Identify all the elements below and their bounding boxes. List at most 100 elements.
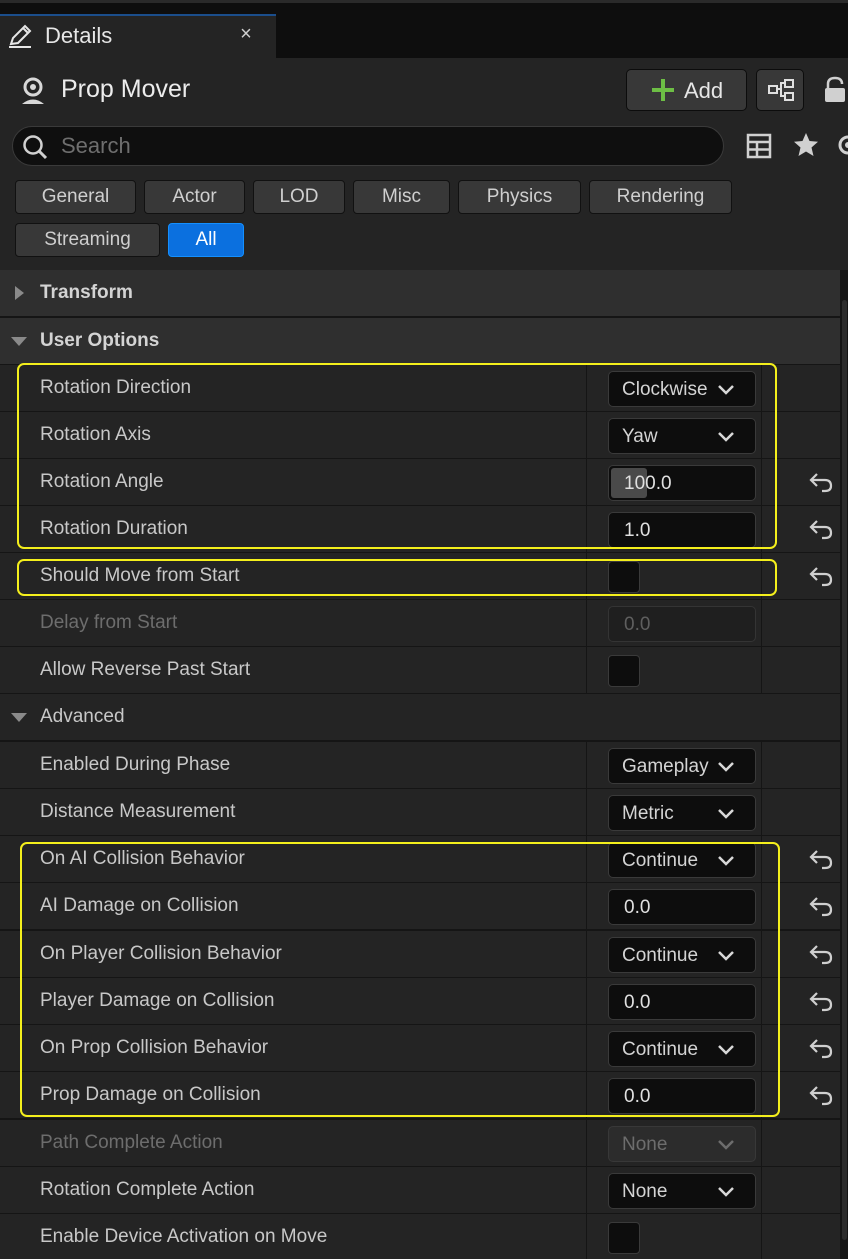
filter-physics[interactable]: Physics xyxy=(458,180,581,214)
on-prop-collision-behavior-dropdown[interactable]: Continue xyxy=(608,1031,756,1067)
property-row-path-complete-action: Path Complete Action None xyxy=(0,1120,840,1166)
details-tab[interactable]: Details × xyxy=(0,14,276,58)
rotation-complete-action-dropdown[interactable]: None xyxy=(608,1173,756,1209)
category-user-options[interactable]: User Options xyxy=(0,318,840,364)
star-icon[interactable] xyxy=(792,131,820,159)
filter-all[interactable]: All xyxy=(168,223,244,257)
reset-to-default-icon[interactable] xyxy=(808,943,834,965)
ai-damage-on-collision-input[interactable]: 0.0 xyxy=(608,889,756,925)
property-list: Transform User Options Rotation Directio… xyxy=(0,270,848,1259)
add-button-label: Add xyxy=(684,78,724,103)
blueprint-button[interactable] xyxy=(756,69,804,111)
property-label: Enable Device Activation on Move xyxy=(40,1226,328,1247)
expanded-arrow-icon[interactable] xyxy=(10,708,28,726)
subcategory-advanced[interactable]: Advanced xyxy=(0,694,840,740)
reset-to-default-icon[interactable] xyxy=(808,990,834,1012)
property-row-should-move-from-start: Should Move from Start xyxy=(0,553,840,599)
input-value: 1.0 xyxy=(624,520,651,541)
property-row-rotation-direction: Rotation Direction Clockwise xyxy=(0,365,840,411)
search-icon xyxy=(23,135,48,160)
column-divider xyxy=(586,412,587,458)
column-divider xyxy=(761,1167,762,1213)
filter-misc[interactable]: Misc xyxy=(353,180,450,214)
filter-rendering[interactable]: Rendering xyxy=(589,180,732,214)
filter-actor[interactable]: Actor xyxy=(144,180,245,214)
chevron-down-icon xyxy=(718,856,734,866)
property-label: Path Complete Action xyxy=(40,1132,223,1153)
search-box[interactable] xyxy=(12,126,724,166)
scrollbar-thumb[interactable] xyxy=(842,300,847,1240)
property-row-delay-from-start: Delay from Start 0.0 xyxy=(0,600,840,646)
property-label: On Player Collision Behavior xyxy=(40,943,282,964)
dropdown-value: Continue xyxy=(622,945,699,966)
reset-to-default-icon[interactable] xyxy=(808,848,834,870)
details-header: Prop Mover Add Gener xyxy=(0,58,848,270)
property-label: Delay from Start xyxy=(40,612,178,633)
collapsed-arrow-icon[interactable] xyxy=(10,284,28,302)
chevron-down-icon xyxy=(718,385,734,395)
reset-to-default-icon[interactable] xyxy=(808,518,834,540)
property-label: Rotation Duration xyxy=(40,518,188,539)
prop-damage-on-collision-input[interactable]: 0.0 xyxy=(608,1078,756,1114)
column-divider xyxy=(761,553,762,599)
category-label: Transform xyxy=(40,282,133,303)
reset-to-default-icon[interactable] xyxy=(808,471,834,493)
on-ai-collision-behavior-dropdown[interactable]: Continue xyxy=(608,842,756,878)
rotation-axis-dropdown[interactable]: Yaw xyxy=(608,418,756,454)
rotation-direction-dropdown[interactable]: Clockwise xyxy=(608,371,756,407)
property-row-on-prop-collision-behavior: On Prop Collision Behavior Continue xyxy=(0,1025,840,1071)
column-divider xyxy=(761,647,762,693)
column-divider xyxy=(586,1025,587,1071)
column-divider xyxy=(586,553,587,599)
property-row-distance-measurement: Distance Measurement Metric xyxy=(0,789,840,835)
column-divider xyxy=(586,647,587,693)
on-player-collision-behavior-dropdown[interactable]: Continue xyxy=(608,937,756,973)
player-damage-on-collision-input[interactable]: 0.0 xyxy=(608,984,756,1020)
category-transform[interactable]: Transform xyxy=(0,270,840,316)
rotation-angle-input[interactable]: 100.0 xyxy=(608,465,756,501)
property-label: Rotation Direction xyxy=(40,377,192,398)
dropdown-value: Gameplay xyxy=(622,756,709,777)
dropdown-value: None xyxy=(622,1134,668,1155)
filter-lod[interactable]: LOD xyxy=(253,180,345,214)
rotation-duration-input[interactable]: 1.0 xyxy=(608,512,756,548)
property-row-rotation-complete-action: Rotation Complete Action None xyxy=(0,1167,840,1213)
column-divider xyxy=(761,600,762,646)
reset-to-default-icon[interactable] xyxy=(808,1037,834,1059)
column-divider xyxy=(761,506,762,552)
allow-reverse-past-start-checkbox[interactable] xyxy=(608,655,640,687)
dropdown-value: Continue xyxy=(622,850,699,871)
column-divider xyxy=(761,883,762,929)
dropdown-value: Metric xyxy=(622,803,674,824)
reset-to-default-icon[interactable] xyxy=(808,895,834,917)
property-label: Player Damage on Collision xyxy=(40,990,275,1011)
property-row-allow-reverse-past-start: Allow Reverse Past Start xyxy=(0,647,840,693)
hierarchy-icon xyxy=(768,79,794,101)
search-input[interactable] xyxy=(61,130,701,162)
property-label: Prop Damage on Collision xyxy=(40,1084,261,1105)
chevron-down-icon xyxy=(718,1187,734,1197)
tab-title: Details xyxy=(45,23,113,48)
column-divider xyxy=(761,1214,762,1259)
column-divider xyxy=(586,365,587,411)
filter-streaming[interactable]: Streaming xyxy=(15,223,160,257)
dropdown-value: None xyxy=(622,1181,668,1202)
distance-measurement-dropdown[interactable]: Metric xyxy=(608,795,756,831)
column-divider xyxy=(761,978,762,1024)
property-label: Rotation Axis xyxy=(40,424,151,445)
should-move-from-start-checkbox[interactable] xyxy=(608,561,640,593)
reset-to-default-icon[interactable] xyxy=(808,1084,834,1106)
gear-icon[interactable] xyxy=(834,131,848,159)
table-view-icon[interactable] xyxy=(745,132,773,160)
close-icon[interactable]: × xyxy=(236,23,256,45)
add-component-button[interactable]: Add xyxy=(626,69,747,111)
lock-icon[interactable] xyxy=(822,76,848,104)
expanded-arrow-icon[interactable] xyxy=(10,332,28,350)
filter-general[interactable]: General xyxy=(15,180,136,214)
property-row-rotation-angle: Rotation Angle 100.0 xyxy=(0,459,840,505)
enabled-during-phase-dropdown[interactable]: Gameplay xyxy=(608,748,756,784)
reset-to-default-icon[interactable] xyxy=(808,565,834,587)
pencil-icon xyxy=(9,24,32,48)
property-label: On AI Collision Behavior xyxy=(40,848,245,869)
enable-device-activation-on-move-checkbox[interactable] xyxy=(608,1222,640,1254)
